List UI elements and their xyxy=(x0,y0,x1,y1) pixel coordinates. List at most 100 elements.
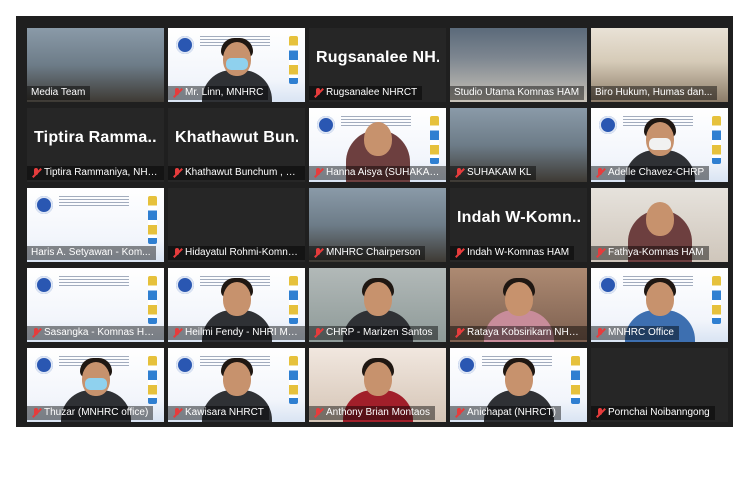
participant-name-label: Anichapat (NHRCT) xyxy=(450,406,561,420)
participant-tile[interactable]: MNHRC Chairperson xyxy=(309,188,446,262)
meeting-logo-icon xyxy=(599,116,617,134)
mic-muted-icon xyxy=(454,248,464,258)
mic-muted-icon xyxy=(595,408,605,418)
meeting-logo-icon xyxy=(176,276,194,294)
participant-name-label: Sasangka - Komnas HAM xyxy=(27,326,164,340)
participant-name: Pornchai Noibanngong xyxy=(608,407,710,418)
participant-name: Hanna Aisya (SUHAKAM) xyxy=(326,167,441,178)
mic-muted-icon xyxy=(172,248,182,258)
participant-tile[interactable]: CHRP - Marizen Santos xyxy=(309,268,446,342)
participant-tile[interactable]: Heilmi Fendy - NHRI Malai... xyxy=(168,268,305,342)
mic-muted-icon xyxy=(313,88,323,98)
face-mask xyxy=(648,138,671,150)
video-conference-window: Media Team Mr. Linn, MNHRC Rugsanalee NH..… xyxy=(16,16,733,427)
mic-muted-icon xyxy=(172,328,182,338)
participant-name-label: Indah W-Komnas HAM xyxy=(450,246,575,260)
participant-tile[interactable]: Kawisara NHRCT xyxy=(168,348,305,422)
mic-muted-icon xyxy=(595,168,605,178)
participant-tile[interactable]: Fathya-Komnas HAM xyxy=(591,188,728,262)
participant-name: Adelle Chavez-CHRP xyxy=(608,167,705,178)
participant-tile[interactable]: Tiptira Ramma... Tiptira Rammaniya, NHRCT xyxy=(27,108,164,182)
flag-strip xyxy=(712,276,721,324)
participant-name-label: Adelle Chavez-CHRP xyxy=(591,166,710,180)
participant-tile[interactable]: Thuzar (MNHRC office) xyxy=(27,348,164,422)
participant-tile[interactable]: Studio Utama Komnas HAM xyxy=(450,28,587,102)
participant-tile[interactable]: SUHAKAM KL xyxy=(450,108,587,182)
participant-name: Thuzar (MNHRC office) xyxy=(44,407,149,418)
participant-name: Anichapat (NHRCT) xyxy=(467,407,556,418)
participant-display-name: Rugsanalee NH... xyxy=(316,49,439,66)
mic-muted-icon xyxy=(172,168,182,178)
participant-grid: Media Team Mr. Linn, MNHRC Rugsanalee NH..… xyxy=(27,28,728,502)
mic-muted-icon xyxy=(313,408,323,418)
participant-tile[interactable]: Media Team xyxy=(27,28,164,102)
participant-name-label: Anthony Brian Montaos xyxy=(309,406,435,420)
participant-name-label: Rataya Kobsirikarn NHRCT xyxy=(450,326,587,340)
participant-tile[interactable]: Pornchai Noibanngong xyxy=(591,348,728,422)
participant-face xyxy=(363,362,392,396)
flag-strip xyxy=(289,36,298,84)
participant-name: Haris A. Setyawan - Kom... xyxy=(31,247,151,258)
participant-name-label: Mr. Linn, MNHRC xyxy=(168,86,269,100)
participant-tile[interactable]: Anthony Brian Montaos xyxy=(309,348,446,422)
participant-name: Anthony Brian Montaos xyxy=(326,407,430,418)
participant-tile[interactable]: Sasangka - Komnas HAM xyxy=(27,268,164,342)
meeting-logo-icon xyxy=(317,116,335,134)
mic-muted-icon xyxy=(595,248,605,258)
participant-display-name: Tiptira Ramma... xyxy=(34,129,157,146)
mic-muted-icon xyxy=(172,88,182,98)
mic-muted-icon xyxy=(313,328,323,338)
participant-tile[interactable]: Biro Hukum, Humas dan... xyxy=(591,28,728,102)
participant-name: Indah W-Komnas HAM xyxy=(467,247,570,258)
participant-tile[interactable]: Haris A. Setyawan - Kom... xyxy=(27,188,164,262)
participant-name-label: Hidayatul Rohmi-Komnas ... xyxy=(168,246,305,260)
participant-face xyxy=(504,362,533,396)
participant-name: MNHRC Chairperson xyxy=(326,247,421,258)
meeting-logo-icon xyxy=(176,356,194,374)
flag-strip xyxy=(148,196,157,244)
participant-name: Studio Utama Komnas HAM xyxy=(454,87,580,98)
mic-muted-icon xyxy=(595,328,605,338)
participant-name-label: Haris A. Setyawan - Kom... xyxy=(27,246,156,260)
meeting-logo-icon xyxy=(458,356,476,374)
participant-name-label: Khathawut Bunchum , N... xyxy=(168,166,305,180)
flag-strip xyxy=(571,356,580,404)
mic-muted-icon xyxy=(454,328,464,338)
participant-tile[interactable]: Adelle Chavez-CHRP xyxy=(591,108,728,182)
participant-tile[interactable]: Rugsanalee NH... Rugsanalee NHRCT xyxy=(309,28,446,102)
participant-display-name: Indah W-Komn... xyxy=(457,209,580,226)
participant-name: Fathya-Komnas HAM xyxy=(608,247,704,258)
participant-name: Biro Hukum, Humas dan... xyxy=(595,87,713,98)
participant-tile[interactable]: Hidayatul Rohmi-Komnas ... xyxy=(168,188,305,262)
participant-name-label: Heilmi Fendy - NHRI Malai... xyxy=(168,326,305,340)
face-mask xyxy=(225,58,248,70)
participant-tile[interactable]: Anichapat (NHRCT) xyxy=(450,348,587,422)
slide-heading xyxy=(59,276,129,288)
participant-tile[interactable]: Rataya Kobsirikarn NHRCT xyxy=(450,268,587,342)
slide-heading xyxy=(59,196,129,208)
mic-muted-icon xyxy=(31,408,41,418)
participant-name-label: CHRP - Marizen Santos xyxy=(309,326,438,340)
participant-tile[interactable]: MNHRC Office xyxy=(591,268,728,342)
participant-name: Sasangka - Komnas HAM xyxy=(44,327,159,338)
participant-name-label: Media Team xyxy=(27,86,91,100)
participant-name: Rugsanalee NHRCT xyxy=(326,87,418,98)
participant-name-label: SUHAKAM KL xyxy=(450,166,537,180)
participant-tile[interactable]: Indah W-Komn... Indah W-Komnas HAM xyxy=(450,188,587,262)
mic-muted-icon xyxy=(31,328,41,338)
flag-strip xyxy=(148,356,157,404)
participant-tile[interactable]: Khathawut Bun... Khathawut Bunchum , N... xyxy=(168,108,305,182)
participant-face xyxy=(504,282,533,316)
participant-tile[interactable]: Mr. Linn, MNHRC xyxy=(168,28,305,102)
face-mask xyxy=(84,378,107,390)
flag-strip xyxy=(289,276,298,324)
participant-name: MNHRC Office xyxy=(608,327,674,338)
mic-muted-icon xyxy=(313,168,323,178)
flag-strip xyxy=(148,276,157,324)
participant-name-label: Kawisara NHRCT xyxy=(168,406,269,420)
participant-name: Mr. Linn, MNHRC xyxy=(185,87,264,98)
participant-name: Khathawut Bunchum , N... xyxy=(185,167,300,178)
participant-tile[interactable]: Hanna Aisya (SUHAKAM) xyxy=(309,108,446,182)
participant-face xyxy=(645,202,674,236)
participant-name: Media Team xyxy=(31,87,86,98)
